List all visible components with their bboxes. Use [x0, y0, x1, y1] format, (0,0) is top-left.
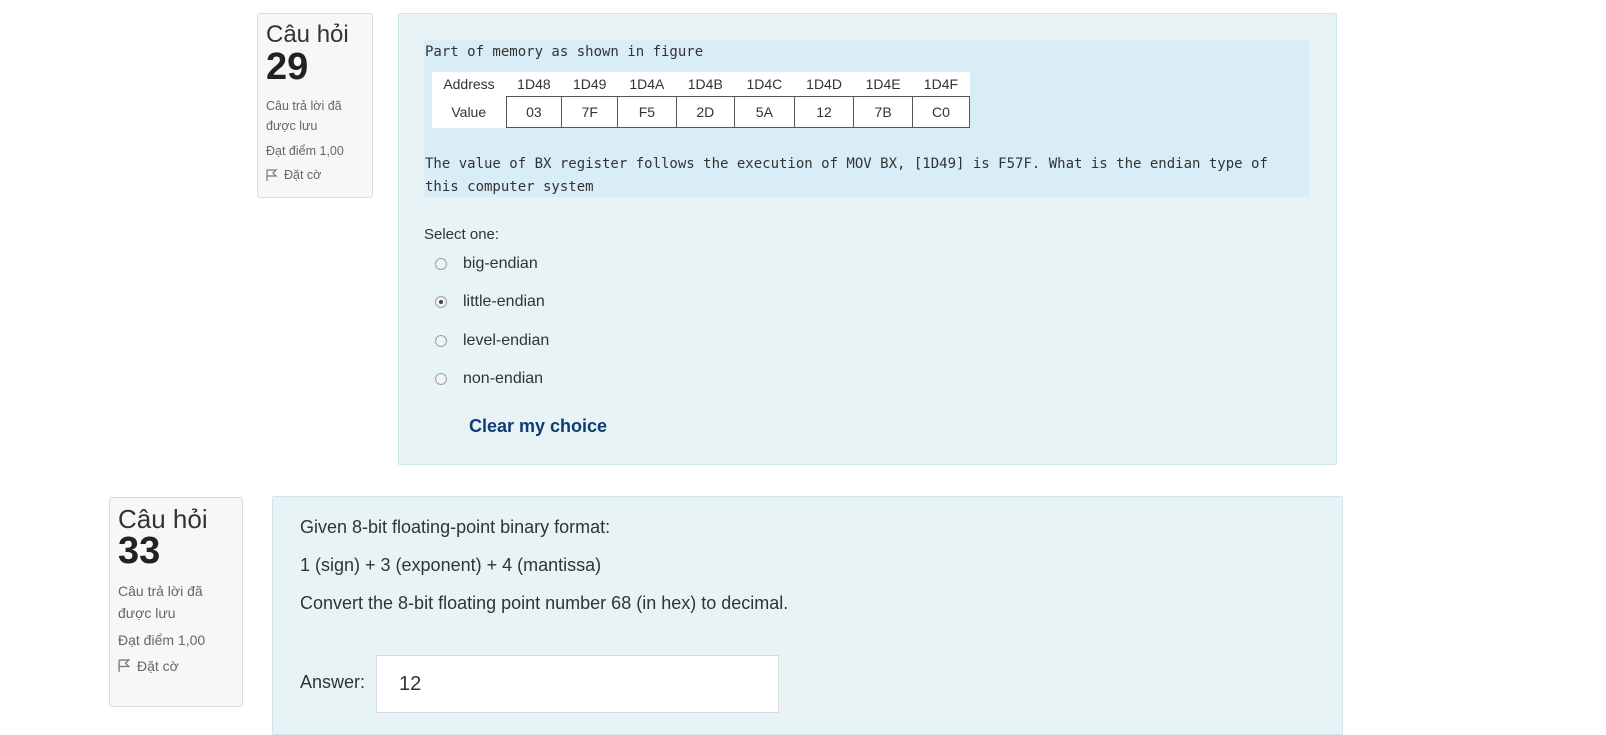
option-label: little-endian: [463, 293, 545, 310]
question-label: Câu hỏi: [266, 21, 349, 48]
value-cell: 7B: [853, 96, 913, 128]
question-grade: Đạt điểm 1,00: [118, 632, 206, 648]
question-29-info: Câu hỏi 29 Câu trả lời đã được lưu Đạt đ…: [257, 13, 373, 198]
address-cell: 1D4F: [923, 76, 959, 92]
address-cell: 1D4C: [746, 76, 783, 92]
option-big-endian[interactable]: big-endian: [435, 255, 538, 273]
memory-table: Address 1D48 1D49 1D4A 1D4B 1D4C 1D4D 1D…: [432, 72, 971, 128]
value-cell: C0: [911, 96, 971, 128]
address-cell: 1D49: [573, 76, 607, 92]
question-33-info: Câu hỏi 33 Câu trả lời đã được lưu Đạt đ…: [109, 497, 243, 707]
option-label: non-endian: [463, 370, 544, 387]
value-cell: 03: [505, 96, 563, 128]
address-row: Address 1D48 1D49 1D4A 1D4B 1D4C 1D4D 1D…: [432, 72, 970, 97]
flag-question-button[interactable]: Đặt cờ: [118, 658, 234, 674]
question-33-content: Given 8-bit floating-point binary format…: [272, 496, 1343, 735]
flag-label: Đặt cờ: [137, 658, 179, 674]
question-grade: Đạt điểm 1,00: [266, 144, 344, 158]
flag-icon: [266, 168, 278, 181]
question-text: Part of memory as shown in figure Addres…: [424, 40, 1310, 197]
question-state: Câu trả lời đã được lưu: [118, 583, 203, 621]
radio-button[interactable]: [435, 335, 447, 347]
question-state: Câu trả lời đã được lưu: [266, 99, 342, 133]
question-prompt: The value of BX register follows the exe…: [425, 156, 1268, 195]
option-non-endian[interactable]: non-endian: [435, 370, 543, 388]
option-label: level-endian: [463, 332, 550, 349]
question-intro: Part of memory as shown in figure: [425, 44, 704, 60]
question-line-2: 1 (sign) + 3 (exponent) + 4 (mantissa): [300, 555, 602, 575]
flag-label: Đặt cờ: [284, 168, 322, 182]
address-cell: 1D4B: [687, 76, 723, 92]
value-cell: 12: [793, 96, 855, 128]
answer-input[interactable]: [376, 655, 779, 713]
value-cell: 2D: [675, 96, 736, 128]
question-29-content: Part of memory as shown in figure Addres…: [398, 13, 1337, 465]
select-one-label: Select one:: [424, 226, 500, 243]
value-cell: 7F: [561, 96, 619, 128]
value-cell: F5: [617, 96, 677, 128]
question-number: 33: [118, 530, 161, 572]
address-cell: 1D48: [517, 76, 551, 92]
address-cell: 1D4A: [629, 76, 665, 92]
question-line-3: Convert the 8-bit floating point number …: [300, 593, 789, 613]
address-cell: 1D4E: [865, 76, 901, 92]
radio-button[interactable]: [435, 373, 447, 385]
option-level-endian[interactable]: level-endian: [435, 332, 549, 350]
value-row: Value 03 7F F5 2D 5A 12 7B C0: [432, 96, 971, 128]
question-label: Câu hỏi: [118, 504, 208, 534]
value-header: Value: [451, 104, 487, 120]
flag-question-button[interactable]: Đặt cờ: [266, 168, 364, 182]
radio-button[interactable]: [435, 258, 447, 270]
question-number: 29: [266, 46, 309, 88]
address-header: Address: [443, 76, 495, 93]
address-cell: 1D4D: [806, 76, 842, 92]
option-label: big-endian: [463, 255, 538, 272]
question-line-1: Given 8-bit floating-point binary format…: [300, 517, 611, 537]
flag-icon: [118, 659, 131, 672]
radio-button-selected[interactable]: [435, 296, 447, 308]
answer-label: Answer:: [300, 672, 366, 692]
clear-choice-link[interactable]: Clear my choice: [469, 416, 607, 437]
option-little-endian[interactable]: little-endian: [435, 293, 545, 311]
value-cell: 5A: [734, 96, 795, 128]
